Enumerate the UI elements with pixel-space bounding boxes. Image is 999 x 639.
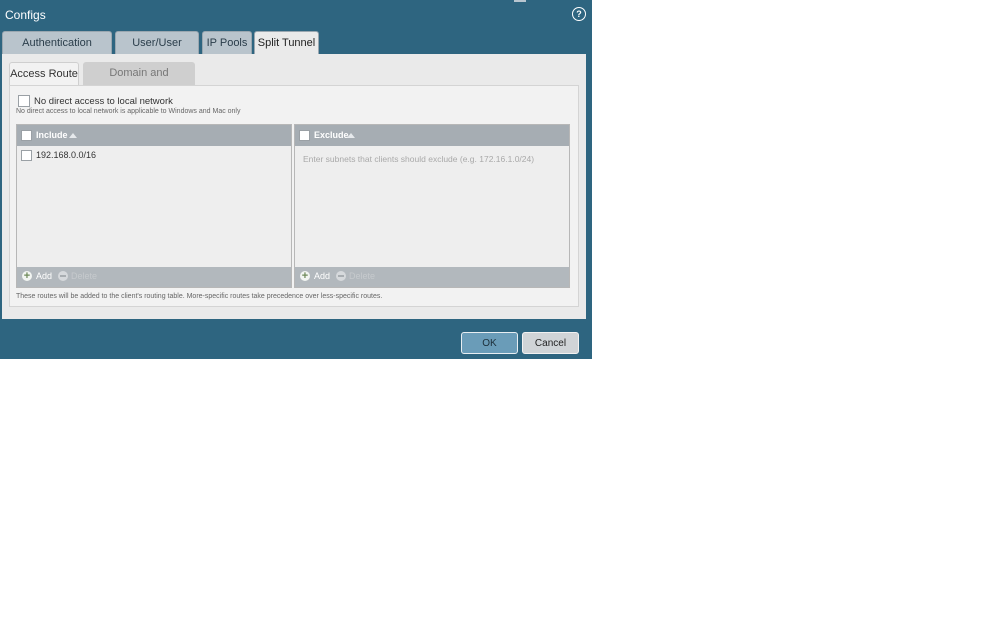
tab-split-tunnel[interactable]: Split Tunnel: [254, 31, 319, 55]
include-column-header[interactable]: Include: [36, 130, 68, 140]
include-grid-footer: + Add Delete: [17, 267, 291, 287]
subtab-domain-and-application[interactable]: Domain and Application: [83, 62, 195, 102]
ok-button[interactable]: OK: [461, 332, 518, 354]
split-tunnel-panel: Access Route Domain and Application No d…: [2, 54, 586, 319]
tab-ip-pools[interactable]: IP Pools: [202, 31, 252, 54]
plus-icon[interactable]: +: [22, 271, 32, 282]
exclude-grid-header: Exclude: [295, 125, 569, 146]
cancel-button[interactable]: Cancel: [522, 332, 579, 354]
tab-authentication-override[interactable]: Authentication Override: [2, 31, 112, 72]
plus-icon[interactable]: +: [300, 271, 310, 282]
include-grid: Include 192.168.0.0/16 + Add Delete: [16, 124, 292, 288]
exclude-select-all-checkbox[interactable]: [299, 130, 310, 141]
include-row-value: 192.168.0.0/16: [36, 150, 97, 160]
routes-footer-note: These routes will be added to the client…: [16, 293, 383, 300]
subtab-access-route[interactable]: Access Route: [9, 62, 79, 86]
table-row[interactable]: 192.168.0.0/16: [17, 147, 291, 163]
dialog-title: Configs: [5, 8, 46, 22]
exclude-delete-button: Delete: [349, 271, 376, 281]
minus-icon: [336, 271, 346, 281]
exclude-column-header[interactable]: Exclude: [314, 130, 349, 140]
sort-ascending-icon[interactable]: [69, 133, 77, 138]
dialog-top-edge: [514, 0, 526, 2]
no-direct-access-checkbox[interactable]: [18, 95, 30, 107]
include-grid-header: Include: [17, 125, 291, 146]
minus-icon: [58, 271, 68, 281]
no-direct-access-label: No direct access to local network: [34, 96, 173, 107]
exclude-add-button[interactable]: Add: [314, 271, 330, 281]
help-icon[interactable]: ?: [572, 7, 586, 21]
exclude-grid: Exclude Enter subnets that clients shoul…: [294, 124, 570, 288]
exclude-grid-footer: + Add Delete: [295, 267, 569, 287]
row-checkbox[interactable]: [21, 150, 32, 161]
configs-dialog: Configs ? Authentication Override User/U…: [0, 0, 592, 359]
include-select-all-checkbox[interactable]: [21, 130, 32, 141]
exclude-placeholder[interactable]: Enter subnets that clients should exclud…: [303, 154, 534, 164]
tab-user-user-group[interactable]: User/User Group: [115, 31, 199, 72]
no-direct-access-hint: No direct access to local network is app…: [16, 108, 241, 115]
sort-ascending-icon[interactable]: [347, 133, 355, 138]
access-route-content: No direct access to local network No dir…: [9, 85, 579, 307]
include-add-button[interactable]: Add: [36, 271, 52, 281]
include-delete-button: Delete: [71, 271, 98, 281]
